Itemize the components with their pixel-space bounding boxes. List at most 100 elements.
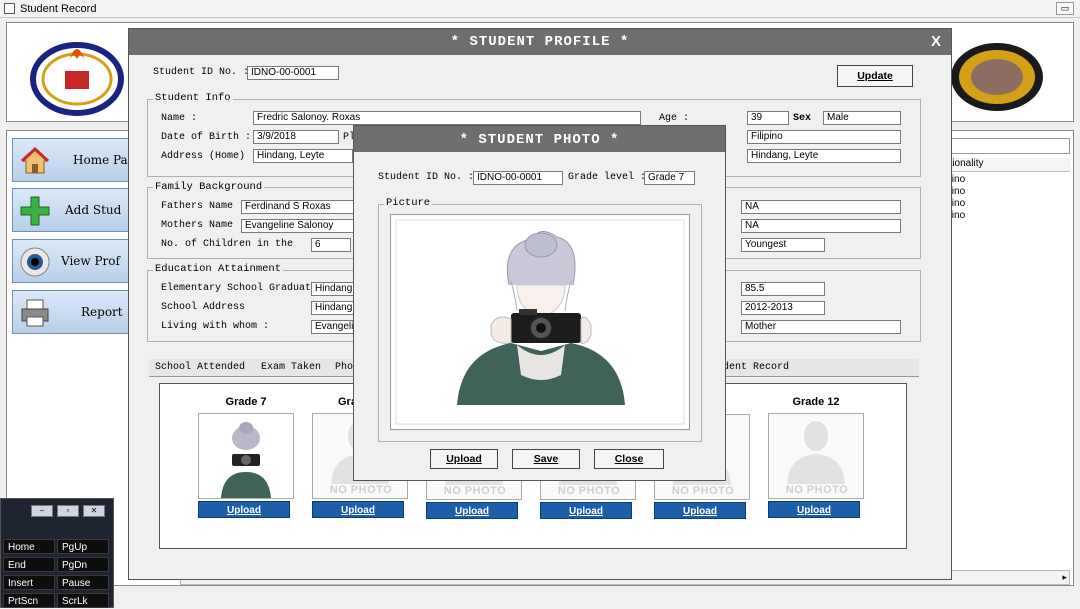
father-field[interactable]: Ferdinand S Roxas xyxy=(241,200,355,214)
student-grid[interactable]: ationality ipino ipino ipino ipino xyxy=(940,138,1070,578)
photo-title-bar: * STUDENT PHOTO * xyxy=(354,126,725,152)
keyboard-maximize-icon[interactable]: ▫ xyxy=(57,505,79,517)
view-profile-button[interactable]: View Prof xyxy=(12,239,132,283)
grade-8-upload-button[interactable]: Upload xyxy=(312,501,404,518)
student-id-field[interactable]: IDNO-00-0001 xyxy=(247,66,339,80)
living-with-field[interactable]: Evangelin xyxy=(311,320,355,334)
guardian-field[interactable]: Mother xyxy=(741,320,901,334)
father-label: Fathers Name xyxy=(161,201,234,212)
key-insert[interactable]: Insert xyxy=(3,575,55,590)
grade-level-field[interactable]: Grade 7 xyxy=(644,171,695,185)
grade-7-photo xyxy=(198,413,294,499)
eye-icon xyxy=(20,247,50,277)
age-field[interactable]: 39 xyxy=(747,111,789,125)
add-student-label: Add Stud xyxy=(65,203,122,217)
scroll-right-icon[interactable]: ▸ xyxy=(1062,572,1067,583)
on-screen-keyboard: – ▫ ✕ Home PgUp End PgDn Insert Pause Pr… xyxy=(0,498,114,608)
home-page-label: Home Pa xyxy=(73,153,128,167)
report-button[interactable]: Report xyxy=(12,290,132,334)
photo-student-id-field[interactable]: IDNO-00-0001 xyxy=(473,171,563,185)
age-label: Age : xyxy=(659,113,690,124)
tab-exam-taken[interactable]: Exam Taken xyxy=(261,362,321,373)
mother-occupation-field[interactable]: NA xyxy=(741,219,901,233)
grade-7-title: Grade 7 xyxy=(225,396,267,408)
report-label: Report xyxy=(81,305,123,319)
elementary-grade-field[interactable]: 85.5 xyxy=(741,282,825,296)
profile-title-bar: * STUDENT PROFILE * X xyxy=(129,29,951,55)
key-pgdn[interactable]: PgDn xyxy=(57,557,109,572)
tab-student-record[interactable]: dent Record xyxy=(723,362,789,373)
grade-12-photo: NO PHOTO xyxy=(768,413,864,499)
photo-save-label: Save xyxy=(533,453,559,465)
key-pgup[interactable]: PgUp xyxy=(57,539,109,554)
grade-11-upload-button[interactable]: Upload xyxy=(654,502,746,519)
student-id-label: Student ID No. : xyxy=(153,67,250,78)
grade-9-upload-button[interactable]: Upload xyxy=(426,502,518,519)
grade-level-label: Grade level : xyxy=(568,172,647,183)
mother-field[interactable]: Evangeline Salonoy xyxy=(241,219,355,233)
app-title: Student Record xyxy=(20,3,97,15)
close-icon[interactable]: X xyxy=(931,33,941,50)
tab-school-attended[interactable]: School Attended xyxy=(155,362,245,373)
keyboard-minimize-icon[interactable]: – xyxy=(31,505,53,517)
key-prtscn[interactable]: PrtScn xyxy=(3,593,55,608)
grid-cell: ipino xyxy=(944,174,966,185)
grade-7-column: Grade 7 Upload xyxy=(198,396,294,518)
elementary-school-label: Elementary School Graduated xyxy=(161,283,324,294)
grid-cell: ipino xyxy=(944,210,966,221)
grade-12-title: Grade 12 xyxy=(792,396,840,408)
key-scrlk[interactable]: ScrLk xyxy=(57,593,109,608)
sex-field[interactable]: Male xyxy=(823,111,901,125)
tab-photo[interactable]: Pho xyxy=(335,362,353,373)
window-restore-icon[interactable]: ▭ xyxy=(1056,2,1074,15)
address-field[interactable]: Hindang, Leyte xyxy=(253,149,353,163)
photo-save-button[interactable]: Save xyxy=(512,449,580,469)
father-occupation-field[interactable]: NA xyxy=(741,200,901,214)
grade-7-upload-button[interactable]: Upload xyxy=(198,501,290,518)
grid-cell: ipino xyxy=(944,186,966,197)
school-seal-icon xyxy=(951,43,1043,111)
no-photo-label: NO PHOTO xyxy=(557,485,621,497)
home-page-button[interactable]: Home Pa xyxy=(12,138,132,182)
no-photo-label: NO PHOTO xyxy=(671,485,735,497)
grade-12-column: Grade 12 NO PHOTO Upload xyxy=(768,396,864,518)
children-label: No. of Children in the xyxy=(161,239,294,250)
birth-order-field[interactable]: Youngest xyxy=(741,238,825,252)
key-pause[interactable]: Pause xyxy=(57,575,109,590)
photo-upload-label: Upload xyxy=(446,453,482,465)
placeholder-person-icon xyxy=(787,421,845,484)
children-field[interactable]: 6 xyxy=(311,238,351,252)
grade-10-upload-button[interactable]: Upload xyxy=(540,502,632,519)
key-end[interactable]: End xyxy=(3,557,55,572)
key-home[interactable]: Home xyxy=(3,539,55,554)
grid-cell: ipino xyxy=(944,198,966,209)
name-label: Name : xyxy=(161,113,198,124)
dob-label: Date of Birth : xyxy=(161,132,252,143)
nationality-field[interactable]: Filipino xyxy=(747,130,901,144)
home-icon xyxy=(20,146,50,174)
school-year-field[interactable]: 2012-2013 xyxy=(741,301,825,315)
update-button[interactable]: Update xyxy=(837,65,913,87)
plus-icon xyxy=(20,196,50,226)
grade-12-upload-button[interactable]: Upload xyxy=(768,501,860,518)
add-student-button[interactable]: Add Stud xyxy=(12,188,132,232)
printer-icon xyxy=(21,299,49,327)
address2-field[interactable]: Hindang, Leyte xyxy=(747,149,901,163)
student-info-title: Student Info xyxy=(153,92,233,104)
picture-box xyxy=(390,214,690,430)
no-photo-label: NO PHOTO xyxy=(785,484,849,496)
photo-close-button[interactable]: Close xyxy=(594,449,664,469)
keyboard-close-icon[interactable]: ✕ xyxy=(83,505,105,517)
photo-close-label: Close xyxy=(614,453,644,465)
photo-upload-button[interactable]: Upload xyxy=(430,449,498,469)
app-icon xyxy=(4,3,15,14)
student-photo-icon xyxy=(395,219,685,425)
grid-search-input[interactable] xyxy=(940,138,1070,154)
family-title: Family Background xyxy=(153,181,265,193)
school-address-field[interactable]: Hindang xyxy=(311,301,355,315)
name-field[interactable]: Fredric Salonoy. Roxas xyxy=(253,111,641,125)
dob-field[interactable]: 3/9/2018 xyxy=(253,130,339,144)
student-photo-icon xyxy=(221,422,271,498)
grid-column-header[interactable]: ationality xyxy=(940,158,1070,172)
elementary-school-field[interactable]: Hindang xyxy=(311,282,355,296)
